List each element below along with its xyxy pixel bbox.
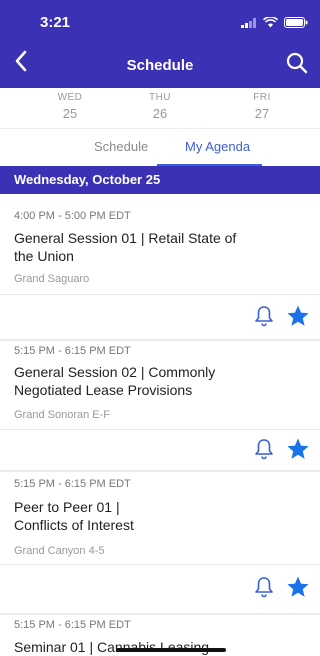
day-label: THU	[148, 92, 172, 103]
star-icon[interactable]	[286, 304, 310, 328]
wifi-icon	[263, 17, 278, 28]
divider	[0, 294, 320, 295]
signal-icon	[241, 17, 256, 28]
status-bar: 3:21	[0, 0, 320, 44]
star-icon[interactable]	[286, 437, 310, 461]
status-icons	[241, 17, 308, 28]
home-indicator	[116, 648, 226, 652]
day-number: 26	[152, 106, 168, 121]
session-card[interactable]: 4:00 PM - 5:00 PM EDT General Session 01…	[0, 194, 320, 339]
divider	[0, 429, 320, 430]
bell-icon[interactable]	[254, 576, 274, 598]
day-number: 25	[62, 106, 78, 121]
date-header: Wednesday, October 25	[0, 166, 320, 194]
battery-icon	[284, 17, 308, 28]
day-label: WED	[57, 92, 83, 103]
page-title: Schedule	[126, 57, 194, 74]
session-time: 4:00 PM - 5:00 PM EDT	[14, 210, 131, 222]
day-wed[interactable]: WED 25	[40, 92, 100, 121]
session-title: General Session 01 | Retail State of the…	[14, 230, 237, 264]
search-icon[interactable]	[286, 52, 308, 74]
status-time: 3:21	[40, 14, 71, 31]
session-card[interactable]: 5:15 PM - 6:15 PM EDT General Session 02…	[0, 341, 320, 470]
active-tab-indicator	[157, 164, 262, 166]
divider	[0, 564, 320, 565]
day-label: FRI	[253, 92, 271, 103]
tab-schedule[interactable]: Schedule	[94, 139, 148, 154]
day-thu[interactable]: THU 26	[130, 92, 190, 121]
session-time: 5:15 PM - 6:15 PM EDT	[14, 478, 131, 490]
session-location: Grand Saguaro	[14, 273, 90, 285]
session-title: Seminar 01 | Cannabis Leasing	[14, 639, 210, 655]
day-selector: WED 25 THU 26 FRI 27	[0, 88, 320, 129]
tab-bar: Schedule My Agenda	[0, 129, 320, 166]
session-title: General Session 02 | Commonly Negotiated…	[14, 364, 216, 398]
bell-icon[interactable]	[254, 438, 274, 460]
bell-icon[interactable]	[254, 305, 274, 327]
header: 3:21 Schedule	[0, 0, 320, 88]
session-card[interactable]: 5:15 PM - 6:15 PM EDT Peer to Peer 01 | …	[0, 472, 320, 613]
tab-my-agenda[interactable]: My Agenda	[185, 139, 250, 154]
session-title: Peer to Peer 01 | Conflicts of Interest	[14, 499, 134, 533]
session-time: 5:15 PM - 6:15 PM EDT	[14, 345, 131, 357]
star-icon[interactable]	[286, 575, 310, 599]
day-number: 27	[254, 106, 270, 121]
session-location: Grand Canyon 4-5	[14, 545, 105, 557]
day-fri[interactable]: FRI 27	[232, 92, 292, 121]
nav-bar: Schedule	[0, 44, 320, 88]
session-location: Grand Sonoran E-F	[14, 409, 110, 421]
session-time: 5:15 PM - 6:15 PM EDT	[14, 619, 131, 631]
